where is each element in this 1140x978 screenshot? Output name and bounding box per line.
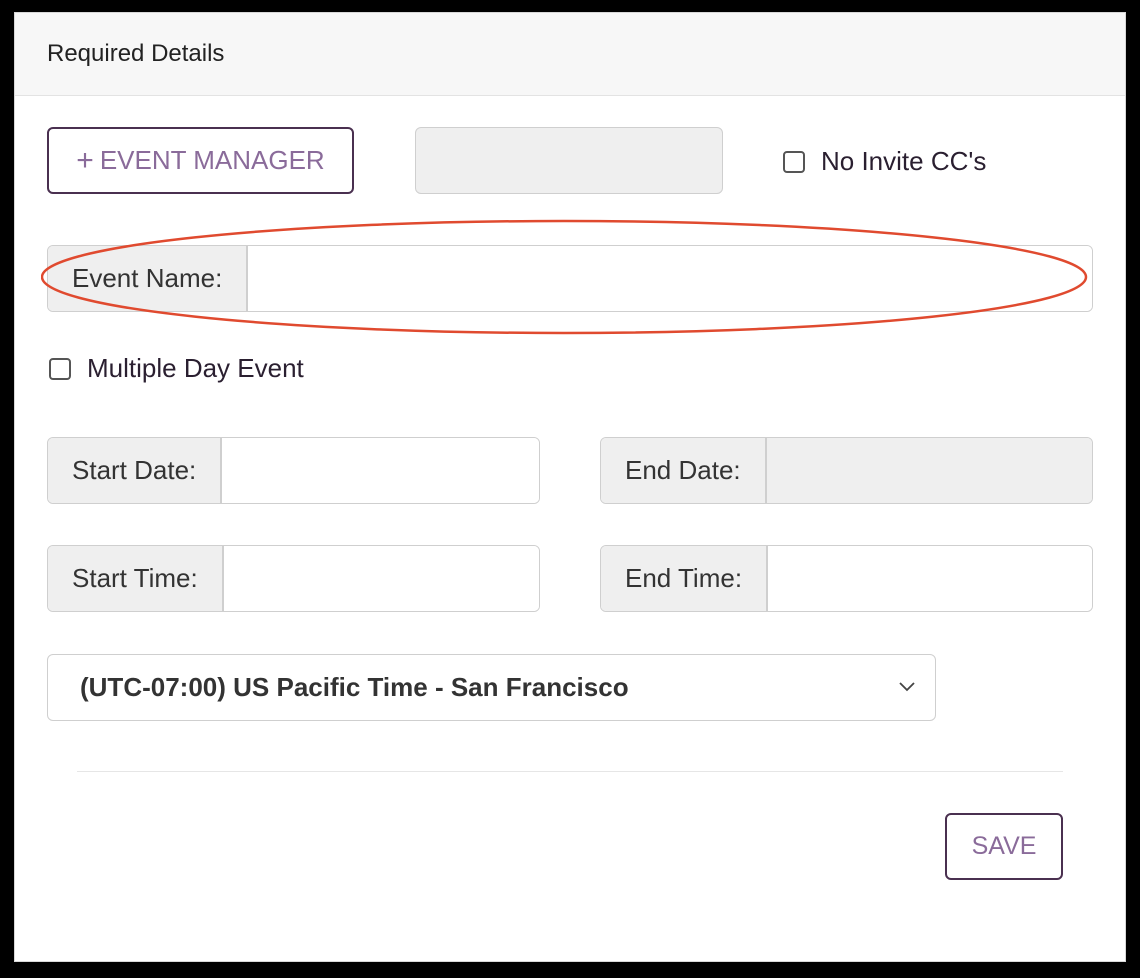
start-date-group: Start Date: bbox=[47, 437, 540, 504]
event-manager-display-field bbox=[415, 127, 723, 194]
end-date-group: End Date: bbox=[600, 437, 1093, 504]
panel-header: Required Details bbox=[15, 13, 1125, 96]
start-date-label: Start Date: bbox=[48, 438, 223, 503]
start-date-input[interactable] bbox=[222, 438, 539, 503]
plus-icon: + bbox=[76, 143, 94, 177]
end-date-input bbox=[766, 438, 1092, 503]
event-name-group: Event Name: bbox=[47, 245, 1093, 312]
end-time-label: End Time: bbox=[601, 546, 769, 611]
end-time-input[interactable] bbox=[768, 546, 1092, 611]
event-name-input[interactable] bbox=[248, 246, 1092, 311]
end-date-label: End Date: bbox=[601, 438, 767, 503]
start-time-label: Start Time: bbox=[48, 546, 224, 611]
start-time-input[interactable] bbox=[223, 546, 539, 611]
end-time-group: End Time: bbox=[600, 545, 1093, 612]
save-button[interactable]: SAVE bbox=[945, 813, 1063, 880]
timezone-select[interactable]: (UTC-07:00) US Pacific Time - San Franci… bbox=[47, 654, 936, 721]
event-name-label: Event Name: bbox=[48, 246, 249, 311]
event-manager-label: EVENT MANAGER bbox=[99, 145, 325, 175]
no-invite-cc-option[interactable]: No Invite CC's bbox=[783, 146, 986, 177]
chevron-down-icon bbox=[899, 679, 915, 697]
panel-title: Required Details bbox=[47, 40, 225, 67]
multiple-day-label: Multiple Day Event bbox=[87, 353, 304, 383]
multiple-day-checkbox[interactable] bbox=[49, 357, 71, 380]
no-invite-cc-label: No Invite CC's bbox=[821, 146, 987, 176]
timezone-selected-value: (UTC-07:00) US Pacific Time - San Franci… bbox=[80, 672, 629, 702]
add-event-manager-button[interactable]: + EVENT MANAGER bbox=[47, 127, 354, 194]
start-time-group: Start Time: bbox=[47, 545, 540, 612]
no-invite-cc-checkbox[interactable] bbox=[783, 150, 805, 173]
multiple-day-option[interactable]: Multiple Day Event bbox=[49, 353, 304, 384]
footer-divider bbox=[77, 771, 1063, 772]
required-details-panel: Required Details + EVENT MANAGER No Invi… bbox=[14, 12, 1126, 962]
